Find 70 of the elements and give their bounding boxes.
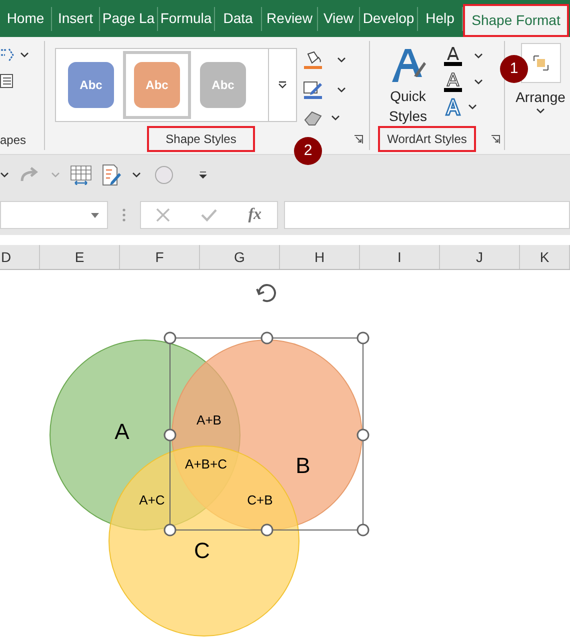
- overlap-label: C+B: [247, 494, 273, 506]
- ribbon-tab[interactable]: Data: [215, 0, 261, 37]
- overlap-label: A+C: [139, 494, 165, 506]
- drag-handle-icon[interactable]: [122, 208, 126, 222]
- resize-handle[interactable]: [356, 332, 370, 344]
- ribbon-tab[interactable]: Help: [418, 0, 462, 37]
- dropdown-icon: [278, 81, 287, 89]
- check-icon[interactable]: [201, 208, 218, 222]
- ribbon-tab[interactable]: Formula: [158, 0, 214, 37]
- ribbon-tab[interactable]: Review: [262, 0, 317, 37]
- resize-handle[interactable]: [356, 524, 370, 536]
- caret-icon: [474, 79, 483, 85]
- ribbon-tab[interactable]: Shape Format: [463, 4, 569, 37]
- group-label: WordArt Styles: [378, 126, 476, 152]
- column-header[interactable]: H: [280, 245, 360, 269]
- quick-styles-button[interactable]: Quick Styles: [378, 46, 438, 126]
- group-label: apes: [0, 134, 28, 146]
- rotate-handle-icon[interactable]: [256, 284, 276, 302]
- arrange-icon: [532, 55, 548, 71]
- overlap-label: A+B: [196, 414, 222, 426]
- resize-handle[interactable]: [164, 428, 176, 442]
- dropdown-icon: [91, 212, 99, 218]
- paint-bucket-icon[interactable]: [303, 50, 323, 70]
- ribbon-tab[interactable]: View: [318, 0, 359, 37]
- dialog-launcher-icon[interactable]: [491, 134, 500, 144]
- formula-input[interactable]: [284, 201, 570, 229]
- caret-icon: [132, 172, 141, 178]
- column-header[interactable]: F: [120, 245, 200, 269]
- caret-icon: [337, 57, 346, 63]
- caret-icon: [331, 115, 340, 121]
- text-box-icon[interactable]: [0, 73, 14, 89]
- group-label: Shape Styles: [147, 126, 255, 152]
- pen-icon[interactable]: [303, 80, 323, 100]
- caret-icon: [20, 52, 29, 58]
- column-header[interactable]: I: [360, 245, 440, 269]
- circle-label: C: [194, 540, 210, 562]
- resize-handle[interactable]: [356, 428, 370, 442]
- circle-label: B: [296, 455, 310, 477]
- column-header[interactable]: D: [0, 245, 40, 269]
- ribbon-tab[interactable]: Develop: [360, 0, 417, 37]
- dialog-launcher-icon[interactable]: [354, 134, 363, 144]
- column-header[interactable]: G: [200, 245, 280, 269]
- resize-handle[interactable]: [164, 332, 176, 344]
- ribbon-tab[interactable]: Page La: [100, 0, 157, 37]
- text-effects-icon[interactable]: [444, 98, 462, 116]
- column-header[interactable]: E: [40, 245, 120, 269]
- document-pen-icon[interactable]: [102, 164, 122, 186]
- resize-handle[interactable]: [164, 524, 176, 536]
- layout-icon[interactable]: [0, 47, 16, 63]
- text-fill-icon[interactable]: [444, 46, 462, 66]
- text-outline-icon[interactable]: [444, 72, 462, 92]
- circle-label: A: [114, 421, 130, 443]
- caret-icon: [468, 104, 477, 110]
- resize-handle[interactable]: [260, 524, 274, 536]
- caret-icon: [337, 87, 346, 93]
- caret-icon: [51, 172, 60, 178]
- shape-style-option[interactable]: Abc: [68, 62, 114, 108]
- ribbon-tab[interactable]: Insert: [52, 0, 99, 37]
- caret-icon: [474, 53, 483, 59]
- column-header[interactable]: K: [520, 245, 570, 269]
- eraser-icon[interactable]: [303, 110, 323, 126]
- column-header[interactable]: J: [440, 245, 520, 269]
- customize-icon[interactable]: [199, 171, 207, 179]
- insert-function-button[interactable]: fx: [248, 203, 262, 227]
- caret-icon: [536, 108, 545, 114]
- overlap-label: A+B+C: [185, 458, 227, 470]
- ribbon-tab[interactable]: Home: [0, 0, 51, 37]
- table-icon[interactable]: [70, 165, 92, 185]
- caret-icon: [0, 172, 9, 178]
- resize-handle[interactable]: [260, 332, 274, 344]
